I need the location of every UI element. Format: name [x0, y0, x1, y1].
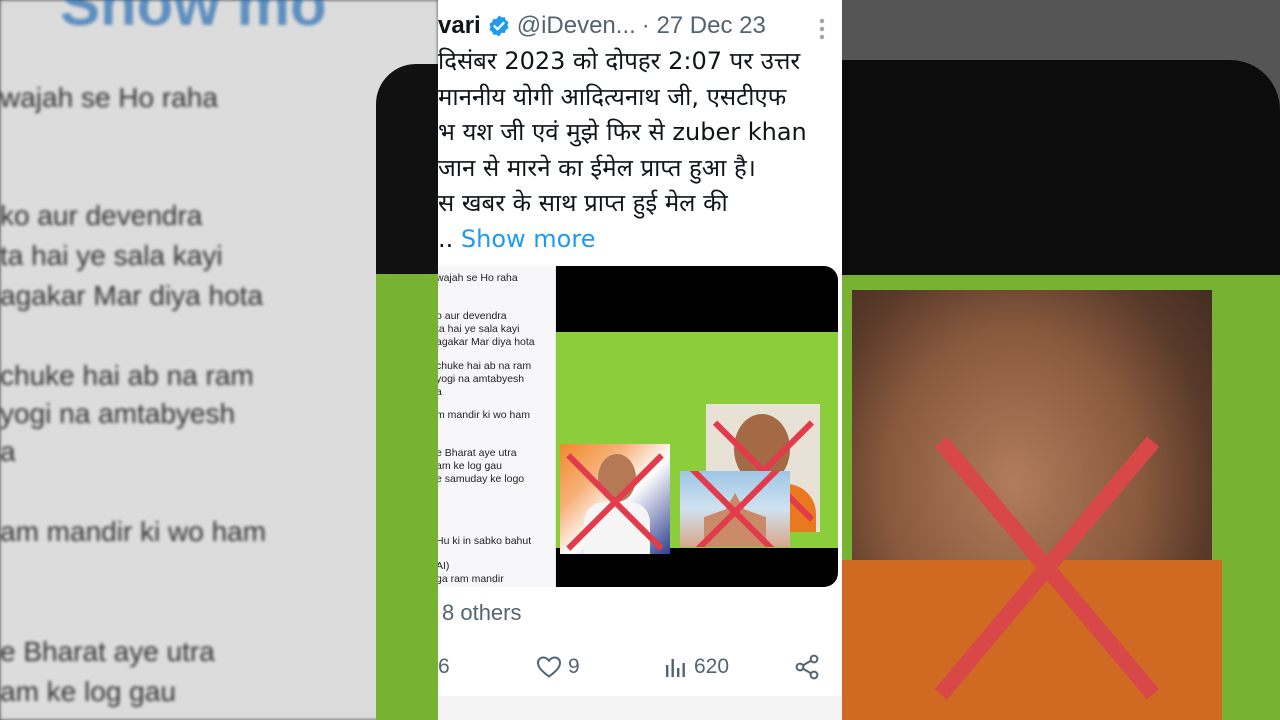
liked-by-text[interactable]: 8 others — [442, 600, 522, 626]
background-line: yogi na amtabyesh — [0, 398, 236, 429]
like-count: 9 — [568, 655, 580, 678]
tweet-date[interactable]: · 27 Dec 23 — [642, 12, 766, 40]
media-text-line: o aur devendra — [438, 310, 507, 322]
media-text-line: e Bharat aye utra — [438, 447, 517, 459]
views-action[interactable]: 620 — [664, 650, 729, 684]
reply-action[interactable]: 6 — [438, 650, 450, 684]
views-chart-icon — [666, 659, 685, 677]
media-text-line: agakar Mar diya hota — [438, 336, 535, 348]
tweet-text-line: माननीय योगी आदित्यनाथ जी, एसटीएफ — [438, 82, 787, 111]
background-image-edge — [376, 64, 438, 720]
background-line: chuke hai ab na ram — [0, 360, 254, 391]
media-text-line: a — [438, 386, 442, 398]
ellipsis: .. — [438, 224, 454, 253]
background-line: agakar Mar diya hota — [0, 280, 264, 311]
author-name[interactable]: vari — [438, 12, 481, 40]
bottom-divider — [438, 696, 842, 720]
background-line: wajah se Ho raha — [0, 82, 218, 113]
tweet-media[interactable]: wajah se Ho raha o aur devendra ta hai y… — [438, 266, 838, 587]
media-text-line: Hu ki in sabko bahut — [438, 535, 532, 547]
view-count: 620 — [694, 655, 730, 678]
background-line: e Bharat aye utra — [0, 636, 215, 667]
tweet-text-line: स खबर के साथ प्राप्त हुई मेल की — [438, 189, 728, 217]
background-line: am mandir ki wo ham — [0, 516, 267, 547]
media-text-line: wajah se Ho raha — [438, 272, 518, 284]
reply-count: 6 — [438, 655, 450, 678]
media-text-line: ga ram mandir — [438, 573, 504, 585]
like-action[interactable]: 9 — [536, 650, 580, 684]
media-text-line: chuke hai ab na ram — [438, 360, 532, 372]
media-collage[interactable] — [556, 266, 838, 587]
media-text-line: ta hai ye sala kayi — [438, 323, 520, 335]
share-icon — [795, 654, 819, 680]
tweet-text-line: भ यश जी एवं मुझे फिर से zuber khan — [438, 118, 807, 146]
more-options-icon[interactable] — [812, 16, 832, 42]
tweet-text-line: जान से मारने का ईमेल प्राप्त हुआ है। — [438, 153, 756, 182]
media-text-line: e samuday ke logo — [438, 473, 525, 485]
background-right-panel — [842, 0, 1280, 720]
heart-icon — [536, 656, 562, 678]
background-line: ta hai ye sala kayi — [0, 240, 223, 271]
media-text-line: AI) — [438, 560, 450, 572]
author-handle[interactable]: @iDeven... — [517, 12, 636, 40]
media-text-line: yogi na amtabyesh — [438, 373, 525, 385]
background-line: a — [0, 436, 16, 467]
background-line: ko aur devendra — [0, 200, 203, 231]
tweet-actions: 6 9 620 — [438, 650, 842, 684]
share-action[interactable] — [794, 650, 826, 684]
background-line: am ke log gau — [0, 676, 176, 707]
background-left-panel: Show mo wajah se Ho raha ko aur devendra… — [0, 0, 438, 720]
crossed-portrait-1 — [560, 444, 670, 554]
media-text-line: am ke log gau — [438, 460, 502, 472]
media-screenshot[interactable]: wajah se Ho raha o aur devendra ta hai y… — [438, 266, 556, 587]
tweet-header: vari @iDeven... · 27 Dec 23 — [438, 10, 842, 42]
tweet-card[interactable]: vari @iDeven... · 27 Dec 23 दिसंबर 2023 … — [438, 0, 842, 720]
show-more-link[interactable]: Show more — [461, 225, 596, 253]
background-title: Show mo — [60, 0, 327, 38]
crossed-temple-image — [680, 471, 790, 547]
verified-badge-icon — [489, 15, 509, 37]
tweet-text-line: दिसंबर 2023 को दोपहर 2:07 पर उत्तर — [438, 47, 801, 75]
tweet-text-last-line: .. Show more — [438, 222, 838, 258]
media-text-line: m mandir ki wo ham — [438, 409, 530, 421]
tweet-body: दिसंबर 2023 को दोपहर 2:07 पर उत्तर माननी… — [438, 44, 838, 257]
